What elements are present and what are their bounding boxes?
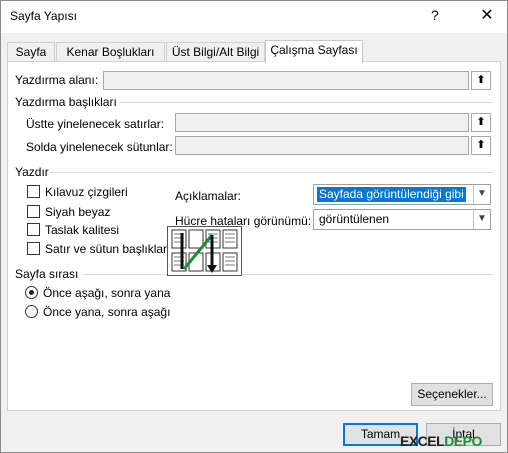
comments-label: Açıklamalar: [175,189,242,203]
chevron-down-icon: ▼ [473,185,490,204]
draft-quality-checkbox[interactable] [27,223,40,236]
over-then-down-label: Önce yana, sonra aşağı [43,305,171,319]
page-order-diagram [171,229,238,273]
rows-to-repeat-input[interactable] [175,113,469,132]
options-button[interactable]: Seçenekler... [411,383,493,406]
cell-errors-select[interactable]: görüntülenen ▼ [313,209,491,230]
rows-collapse-button[interactable]: ⬆ [471,113,491,132]
title-bar: Sayfa Yapısı ? ✕ [1,1,507,33]
print-area-input[interactable] [103,71,469,90]
row-col-headings-checkbox[interactable] [27,242,40,255]
down-then-over-radio[interactable] [25,286,38,299]
chevron-down-icon: ▼ [473,210,490,229]
up-arrow-icon: ⬆ [476,139,486,151]
print-titles-divider [119,102,493,103]
gridlines-label: Kılavuz çizgileri [45,185,128,199]
page-setup-dialog: Sayfa Yapısı ? ✕ Sayfa Kenar Boşlukları … [0,0,508,453]
page-order-divider [83,274,493,275]
print-group-label: Yazdır [15,165,49,179]
print-area-label: Yazdırma alanı: [15,73,99,87]
print-titles-group-label: Yazdırma başlıkları [15,95,117,109]
exceldepo-logo: EXCELDEPO [400,433,482,449]
cols-to-repeat-input[interactable] [175,136,469,155]
down-then-over-label: Önce aşağı, sonra yana [43,286,171,300]
tab-kenar-bosluklari[interactable]: Kenar Boşlukları [56,42,165,62]
print-area-collapse-button[interactable]: ⬆ [471,71,491,90]
black-white-checkbox[interactable] [27,205,40,218]
tab-ust-alt-bilgi[interactable]: Üst Bilgi/Alt Bilgi [166,42,265,62]
gridlines-checkbox[interactable] [27,185,40,198]
cell-errors-select-value: görüntülenen [319,212,390,226]
up-arrow-icon: ⬆ [476,116,486,128]
tab-calisma-sayfasi[interactable]: Çalışma Sayfası [265,40,363,63]
page-order-preview-icon [167,226,242,276]
comments-select[interactable]: Sayfada görüntülendiği gibi ▼ [313,184,491,205]
row-col-headings-label: Satır ve sütun başlıkları [45,242,171,256]
print-divider [49,172,493,173]
cols-collapse-button[interactable]: ⬆ [471,136,491,155]
black-white-label: Siyah beyaz [45,205,111,219]
up-arrow-icon: ⬆ [476,74,486,86]
page-order-group-label: Sayfa sırası [15,267,79,281]
cols-to-repeat-label: Solda yinelenecek sütunlar: [26,140,173,154]
rows-to-repeat-label: Üstte yinelenecek satırlar: [26,117,165,131]
dialog-title: Sayfa Yapısı [10,9,77,23]
draft-quality-label: Taslak kalitesi [45,223,120,237]
tab-sayfa[interactable]: Sayfa [7,42,55,62]
close-button[interactable]: ✕ [475,5,499,27]
comments-select-value: Sayfada görüntülendiği gibi [317,187,466,202]
help-button[interactable]: ? [431,7,439,23]
over-then-down-radio[interactable] [25,305,38,318]
